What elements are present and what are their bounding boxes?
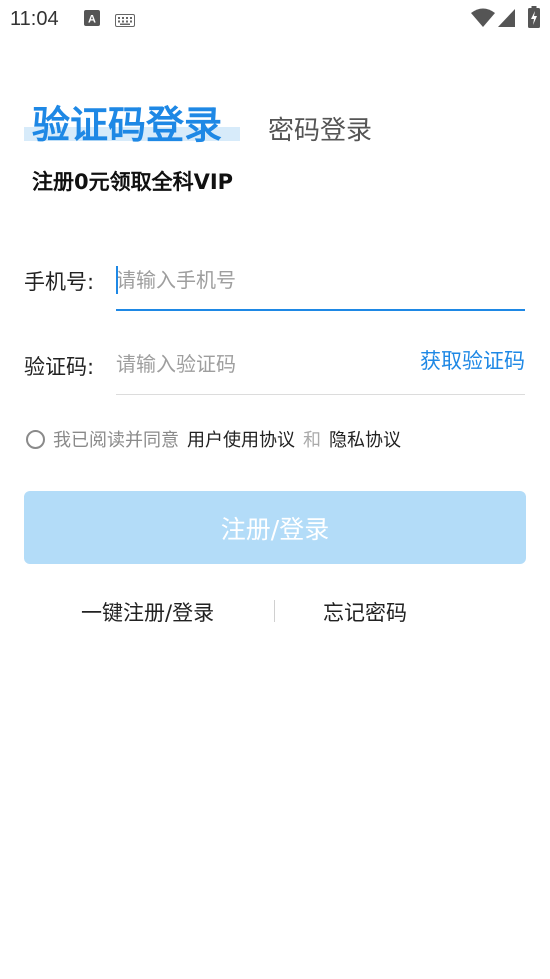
link-divider	[274, 600, 275, 622]
phone-label: 手机号:	[24, 270, 95, 294]
one-click-login-link[interactable]: 一键注册/登录	[81, 597, 214, 627]
text-cursor	[116, 266, 118, 294]
promo-subtitle: 注册0元领取全科VIP	[32, 170, 234, 194]
code-underline	[116, 394, 525, 395]
tab-sms-login-label: 验证码登录	[32, 103, 223, 147]
agreement-radio[interactable]	[26, 429, 45, 449]
tab-password-login[interactable]: 密码登录	[268, 110, 372, 147]
agreement-row: 我已阅读并同意 用户使用协议 和 隐私协议	[26, 426, 401, 452]
status-bar: 11:04 A	[0, 0, 550, 38]
agreement-prefix: 我已阅读并同意	[53, 430, 179, 451]
a-notification-icon: A	[84, 10, 100, 30]
battery-charging-icon	[528, 6, 540, 32]
phone-input[interactable]	[116, 260, 524, 300]
signal-icon	[498, 8, 516, 32]
status-time: 11:04	[10, 8, 59, 30]
wifi-icon	[471, 8, 495, 32]
privacy-link[interactable]: 隐私协议	[329, 426, 401, 452]
code-label: 验证码:	[24, 355, 95, 379]
forgot-password-link[interactable]: 忘记密码	[323, 597, 407, 627]
agreement-and: 和	[303, 430, 321, 451]
keyboard-icon	[115, 12, 135, 31]
get-code-button[interactable]: 获取验证码	[420, 345, 525, 375]
register-login-button[interactable]: 注册/登录	[24, 491, 526, 564]
user-agreement-link[interactable]: 用户使用协议	[187, 426, 295, 452]
code-input[interactable]	[116, 344, 406, 384]
tab-sms-login[interactable]: 验证码登录	[24, 94, 240, 148]
phone-underline	[116, 309, 525, 311]
svg-text:A: A	[88, 14, 96, 26]
